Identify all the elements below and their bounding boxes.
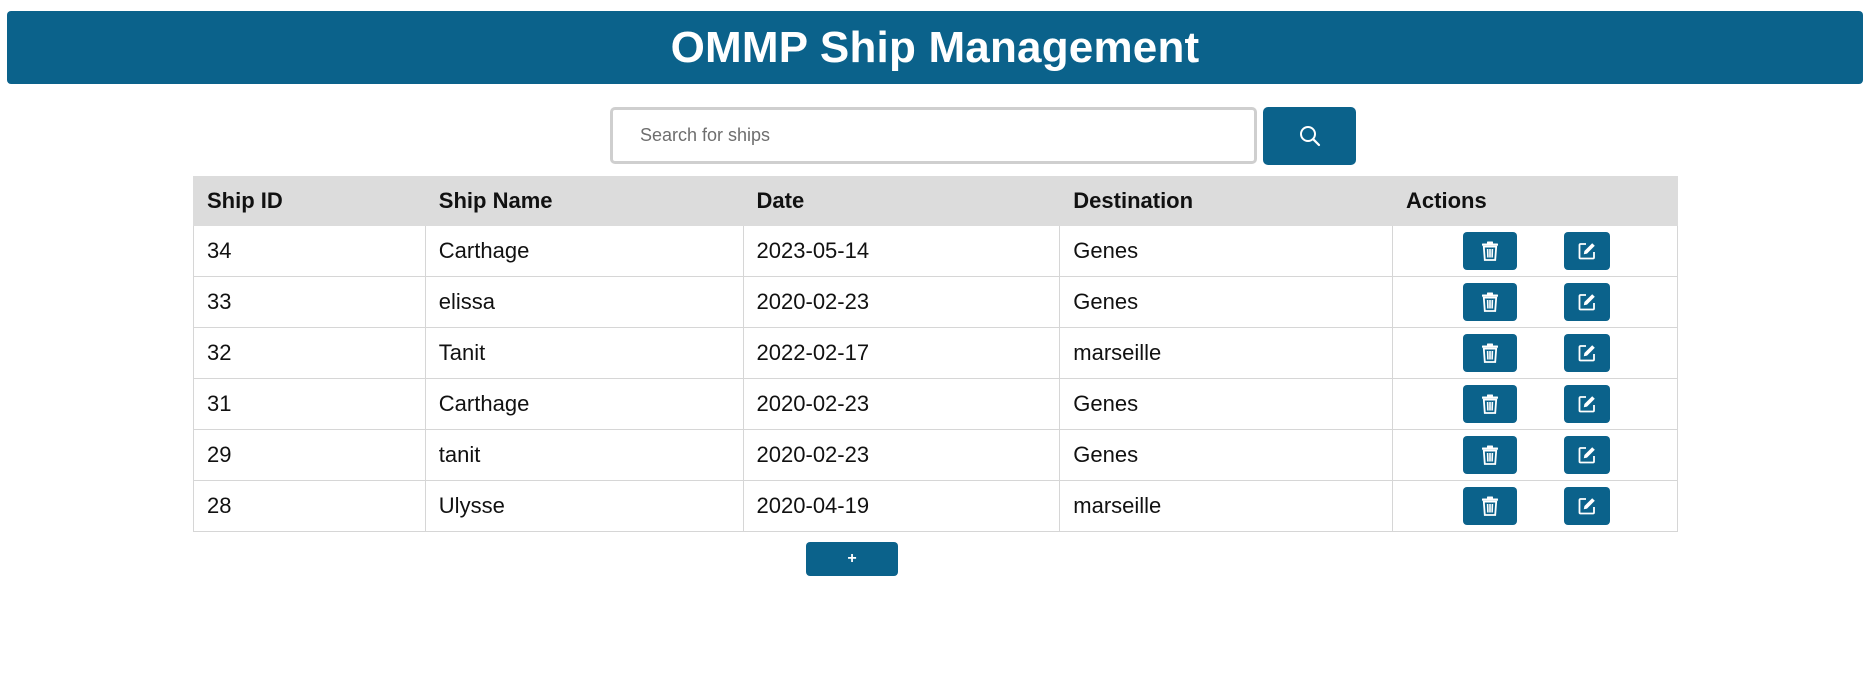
edit-icon	[1578, 243, 1595, 260]
edit-icon	[1578, 294, 1595, 311]
trash-icon	[1482, 394, 1499, 414]
delete-ship-button[interactable]	[1463, 385, 1518, 423]
row-actions	[1406, 481, 1664, 531]
row-actions	[1406, 379, 1664, 429]
ship-name-cell: Ulysse	[424, 480, 744, 532]
actions-cell	[1392, 480, 1678, 532]
ship-destination-cell: marseille	[1059, 480, 1394, 532]
ship-date-cell: 2020-02-23	[742, 429, 1061, 481]
ships-table: Ship ID Ship Name Date Destination Actio…	[193, 176, 1678, 532]
ship-date-cell: 2020-04-19	[742, 480, 1061, 532]
edit-ship-button[interactable]	[1564, 436, 1611, 474]
delete-ship-button[interactable]	[1463, 232, 1518, 270]
row-actions	[1406, 277, 1664, 327]
ship-date-cell: 2020-02-23	[742, 276, 1061, 328]
ship-name-cell: Carthage	[424, 225, 744, 277]
edit-ship-button[interactable]	[1564, 334, 1611, 372]
ship-date-cell: 2022-02-17	[742, 327, 1061, 379]
row-actions	[1406, 226, 1664, 276]
column-header-ship-name: Ship Name	[424, 176, 744, 226]
edit-icon	[1578, 498, 1595, 515]
actions-cell	[1392, 276, 1678, 328]
ship-name-cell: Carthage	[424, 378, 744, 430]
table-header-row: Ship ID Ship Name Date Destination Actio…	[193, 176, 1678, 226]
ship-destination-cell: marseille	[1059, 327, 1394, 379]
column-header-ship-id: Ship ID	[193, 176, 426, 226]
trash-icon	[1482, 241, 1499, 261]
ship-date-cell: 2023-05-14	[742, 225, 1061, 277]
trash-icon	[1482, 445, 1499, 465]
trash-icon	[1482, 343, 1499, 363]
ship-name-cell: elissa	[424, 276, 744, 328]
table-row: 31 Carthage 2020-02-23 Genes	[193, 378, 1678, 430]
actions-cell	[1392, 378, 1678, 430]
ship-destination-cell: Genes	[1059, 225, 1394, 277]
delete-ship-button[interactable]	[1463, 283, 1518, 321]
column-header-actions: Actions	[1392, 176, 1678, 226]
column-header-date: Date	[742, 176, 1061, 226]
trash-icon	[1482, 496, 1499, 516]
search-input[interactable]	[610, 107, 1257, 164]
trash-icon	[1482, 292, 1499, 312]
ship-id-cell: 29	[193, 429, 426, 481]
ship-id-cell: 31	[193, 378, 426, 430]
delete-ship-button[interactable]	[1463, 487, 1518, 525]
ship-id-cell: 28	[193, 480, 426, 532]
edit-ship-button[interactable]	[1564, 487, 1611, 525]
ship-date-cell: 2020-02-23	[742, 378, 1061, 430]
ship-id-cell: 34	[193, 225, 426, 277]
table-row: 28 Ulysse 2020-04-19 marseille	[193, 480, 1678, 532]
actions-cell	[1392, 429, 1678, 481]
edit-ship-button[interactable]	[1564, 232, 1611, 270]
edit-icon	[1578, 345, 1595, 362]
ship-name-cell: tanit	[424, 429, 744, 481]
edit-icon	[1578, 447, 1595, 464]
ship-destination-cell: Genes	[1059, 276, 1394, 328]
ship-id-cell: 32	[193, 327, 426, 379]
ship-id-cell: 33	[193, 276, 426, 328]
table-row: 33 elissa 2020-02-23 Genes	[193, 276, 1678, 328]
row-actions	[1406, 430, 1664, 480]
add-ship-button[interactable]: +	[806, 542, 898, 576]
ship-name-cell: Tanit	[424, 327, 744, 379]
delete-ship-button[interactable]	[1463, 334, 1518, 372]
column-header-destination: Destination	[1059, 176, 1394, 226]
ship-destination-cell: Genes	[1059, 378, 1394, 430]
search-button[interactable]	[1263, 107, 1356, 165]
table-row: 29 tanit 2020-02-23 Genes	[193, 429, 1678, 481]
delete-ship-button[interactable]	[1463, 436, 1518, 474]
page-title: OMMP Ship Management	[670, 22, 1200, 72]
actions-cell	[1392, 327, 1678, 379]
edit-ship-button[interactable]	[1564, 385, 1611, 423]
edit-icon	[1578, 396, 1595, 413]
search-icon	[1299, 126, 1320, 147]
edit-ship-button[interactable]	[1564, 283, 1611, 321]
actions-cell	[1392, 225, 1678, 277]
ship-destination-cell: Genes	[1059, 429, 1394, 481]
row-actions	[1406, 328, 1664, 378]
app-header: OMMP Ship Management	[7, 11, 1863, 84]
table-row: 34 Carthage 2023-05-14 Genes	[193, 225, 1678, 277]
table-row: 32 Tanit 2022-02-17 marseille	[193, 327, 1678, 379]
